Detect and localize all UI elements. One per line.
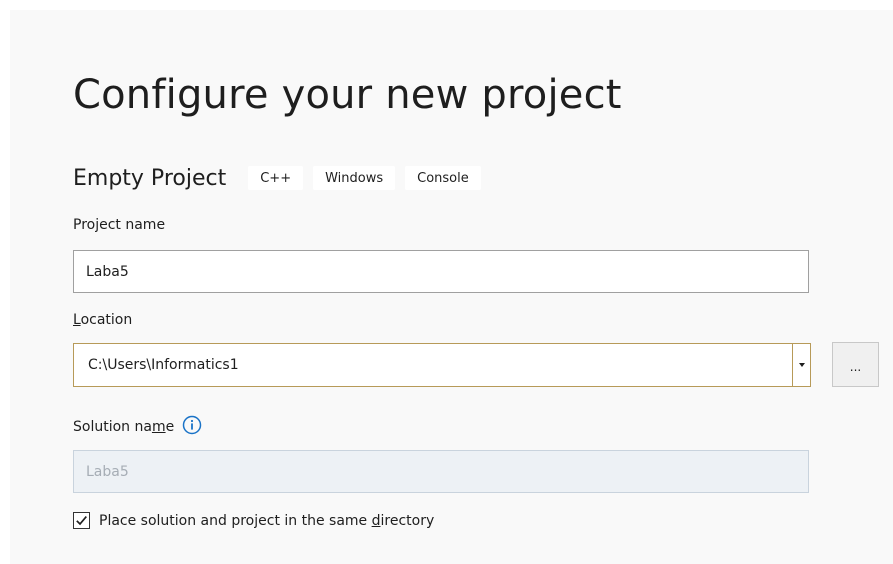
browse-button-label: ...: [849, 360, 862, 374]
same-directory-label-post: irectory: [380, 512, 435, 529]
solution-name-label-pre: Solution na: [73, 419, 152, 435]
info-icon[interactable]: [182, 415, 202, 439]
location-label: Location: [73, 312, 132, 328]
project-name-input[interactable]: Laba5: [73, 250, 809, 293]
project-name-value: Laba5: [86, 263, 129, 280]
dialog-panel: Configure your new project Empty Project…: [10, 10, 893, 564]
solution-name-label-mnemonic: m: [151, 419, 166, 435]
chevron-down-icon: [798, 363, 805, 367]
tag-project-type: Console: [405, 166, 481, 190]
location-label-mnemonic: L: [73, 312, 81, 328]
template-summary: Empty Project C++ Windows Console: [73, 164, 491, 192]
same-directory-label-pre: Place solution and project in the same: [99, 512, 372, 529]
location-label-text: ocation: [80, 312, 133, 328]
tag-platform: Windows: [313, 166, 396, 190]
same-directory-checkbox[interactable]: [73, 512, 90, 529]
checkmark-icon: [76, 516, 87, 526]
same-directory-label: Place solution and project in the same d…: [99, 513, 434, 529]
location-dropdown-button[interactable]: [792, 344, 810, 386]
location-combobox[interactable]: C:\Users\Informatics1: [73, 343, 811, 387]
project-name-label: Project name: [73, 217, 166, 233]
solution-name-label-post: e: [165, 419, 175, 435]
solution-name-input: Laba5: [73, 450, 809, 493]
same-directory-option[interactable]: Place solution and project in the same d…: [73, 512, 434, 529]
browse-button[interactable]: ...: [832, 342, 879, 387]
same-directory-label-mnemonic: d: [371, 512, 381, 529]
tag-language: C++: [248, 166, 304, 190]
template-name: Empty Project: [73, 165, 227, 191]
solution-name-label: Solution na m e: [73, 415, 202, 439]
page-title: Configure your new project: [73, 72, 622, 118]
solution-name-value: Laba5: [86, 463, 129, 480]
location-value: C:\Users\Informatics1: [88, 357, 239, 373]
